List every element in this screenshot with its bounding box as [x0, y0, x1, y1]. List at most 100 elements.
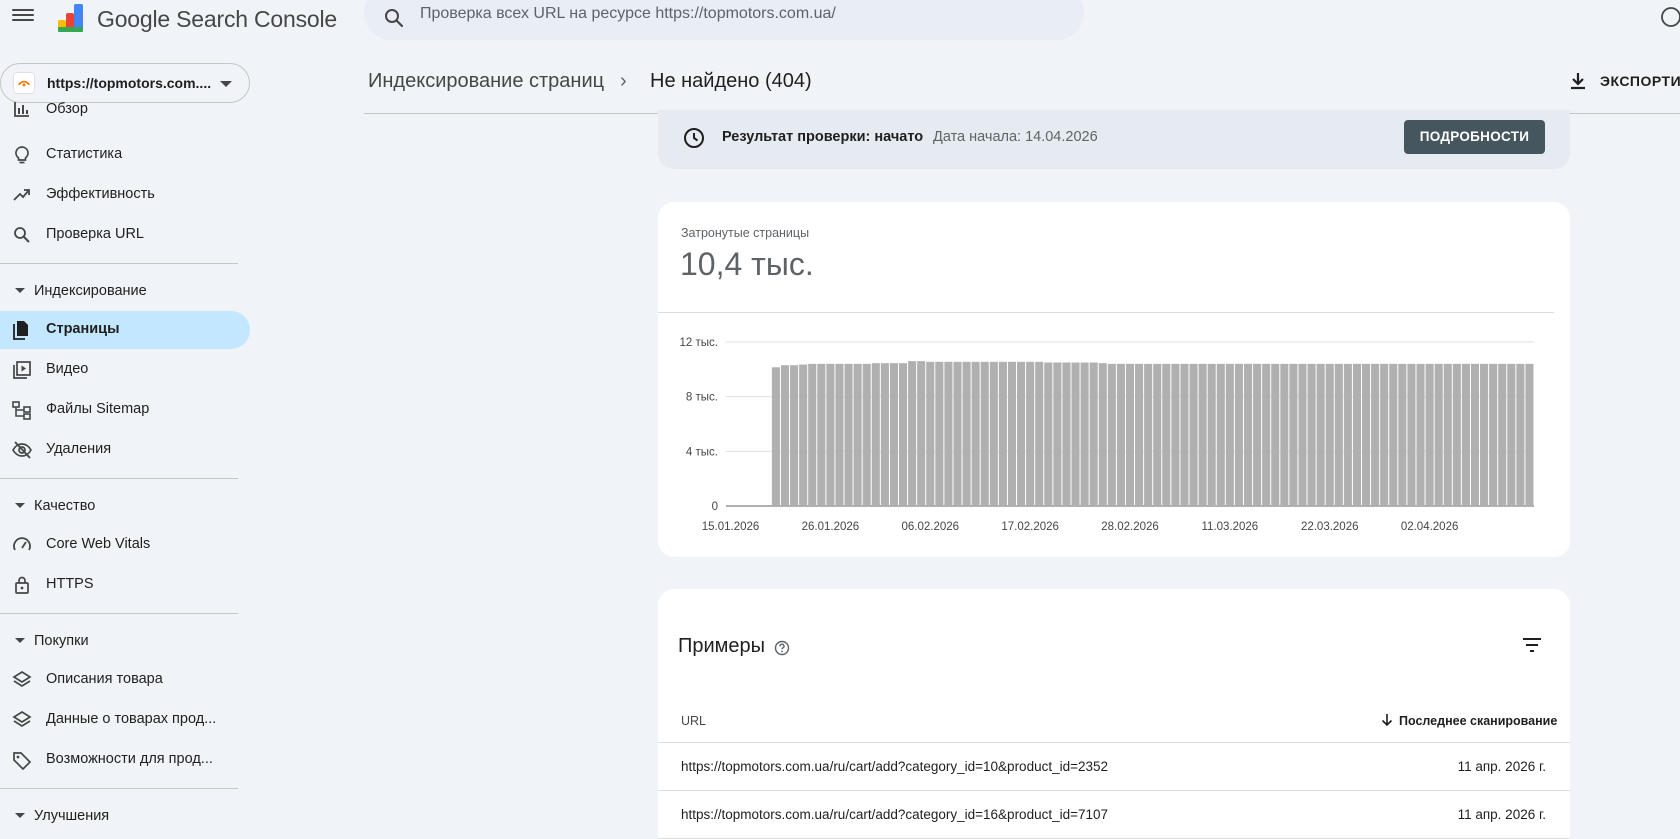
sidebar-item-label: Удаления: [46, 441, 112, 457]
sidebar-item-merchant-listings[interactable]: Данные о товарах прод...: [0, 701, 250, 739]
chart-bar: [1026, 361, 1035, 506]
x-tick-label: 02.04.2026: [1401, 521, 1459, 533]
trending-up-icon: [13, 189, 30, 201]
sidebar-item-https[interactable]: HTTPS: [0, 566, 250, 604]
visibility-off-icon: [12, 441, 32, 459]
chart-bar: [1434, 363, 1443, 506]
file-copy-icon: [13, 321, 28, 340]
help-circle-icon[interactable]: [774, 640, 790, 656]
sidebar-item-url-inspection[interactable]: Проверка URL: [0, 216, 250, 254]
section-label: Покупки: [34, 633, 89, 649]
chart-bar: [1452, 363, 1461, 506]
app-brand-name[interactable]: Google Search Console: [97, 6, 337, 33]
table-row[interactable]: https://topmotors.com.ua/ru/cart/add?cat…: [658, 743, 1570, 791]
chart-bar: [1017, 361, 1026, 506]
examples-card: Примеры URL Последнее сканирование https…: [658, 589, 1570, 839]
sidebar-item-overview[interactable]: Обзор: [0, 97, 250, 127]
search-icon[interactable]: [382, 6, 406, 30]
filter-icon[interactable]: [1520, 633, 1544, 657]
sidebar-item-removals[interactable]: Удаления: [0, 431, 250, 469]
breadcrumb-parent[interactable]: Индексирование страниц: [368, 70, 604, 93]
chart-bar: [1470, 363, 1480, 506]
chart-bar: [1135, 363, 1144, 506]
sidebar-item-label: HTTPS: [46, 576, 94, 592]
y-tick-label: 4 тыс.: [686, 446, 718, 458]
chart-bar: [1416, 363, 1425, 506]
chart-bar: [1352, 363, 1362, 506]
sidebar-item-product-snippets[interactable]: Описания товара: [0, 661, 250, 699]
chart-bar: [1280, 363, 1289, 506]
chart-bar: [1398, 363, 1407, 506]
help-icon[interactable]: [1660, 6, 1680, 28]
speed-gauge-icon: [13, 537, 31, 551]
section-shopping[interactable]: Покупки: [0, 624, 240, 658]
column-header-last-crawl[interactable]: Последнее сканирование: [1380, 711, 1557, 731]
export-button[interactable]: ЭКСПОРТИР: [1567, 66, 1680, 98]
main-menu-button[interactable]: [12, 6, 34, 28]
chart-bar: [1316, 363, 1325, 506]
chart-bar: [808, 363, 817, 506]
summary-caption: Затронутые страницы: [681, 226, 810, 240]
sidebar-item-video[interactable]: Видео: [0, 351, 250, 389]
validation-start-date: Дата начала: 14.04.2026: [933, 129, 1098, 145]
layers-icon: [12, 670, 32, 688]
chart-bar: [862, 363, 871, 506]
chart-bar: [880, 363, 889, 506]
chart-bar: [1525, 363, 1534, 506]
sidebar-divider: [0, 478, 238, 479]
chart-bar: [1207, 363, 1216, 506]
chart-bar: [1089, 362, 1098, 506]
affected-pages-card: Затронутые страницы 10,4 тыс. 0 4 тыс. 8 т…: [658, 202, 1570, 557]
section-enhancements[interactable]: Улучшения: [0, 799, 240, 833]
affected-pages-chart[interactable]: 0 4 тыс. 8 тыс. 12 тыс. 15.01.2026 26.01.2026…: [658, 317, 1554, 547]
chart-bar: [989, 361, 998, 506]
sidebar-item-label: Эффективность: [46, 186, 155, 202]
chart-bar: [799, 364, 808, 506]
sidebar-divider: [0, 613, 238, 614]
card-divider: [658, 312, 1554, 313]
chart-bar: [1343, 363, 1352, 506]
url-inspection-input[interactable]: [420, 0, 1060, 28]
table-row[interactable]: https://topmotors.com.ua/ru/cart/add?cat…: [658, 791, 1570, 839]
validation-status-title: Результат проверки: начато: [722, 129, 924, 145]
y-tick-label: 0: [712, 501, 718, 513]
section-quality[interactable]: Качество: [0, 489, 240, 523]
sidebar-item-pages[interactable]: Страницы: [0, 311, 250, 349]
sidebar-item-label: Файлы Sitemap: [46, 401, 150, 417]
bar-chart-icon: [14, 102, 29, 117]
sidebar-item-statistics[interactable]: Статистика: [0, 136, 250, 174]
x-tick-label: 22.03.2026: [1301, 521, 1359, 533]
sidebar-item-label: Проверка URL: [46, 226, 144, 242]
y-tick-label: 12 тыс.: [680, 337, 718, 349]
chart-bar: [871, 363, 880, 506]
section-label: Качество: [34, 498, 96, 514]
chart-bar: [908, 361, 917, 506]
chart-bar: [1389, 363, 1398, 506]
chart-bar: [1362, 363, 1371, 506]
sidebar-item-performance[interactable]: Эффективность: [0, 176, 250, 214]
section-label: Улучшения: [34, 808, 110, 824]
caret-down-icon: [15, 813, 25, 818]
section-indexing[interactable]: Индексирование: [0, 274, 240, 308]
x-tick-label: 17.02.2026: [1001, 521, 1059, 533]
chart-bar: [1053, 362, 1062, 506]
sidebar-item-label: Обзор: [46, 101, 88, 117]
caret-down-icon: [15, 503, 25, 508]
chart-bar: [1371, 363, 1380, 506]
sidebar-item-sitemaps[interactable]: Файлы Sitemap: [0, 391, 250, 429]
sidebar-item-shopping-opportunities[interactable]: Возможности для прод...: [0, 741, 250, 779]
arrow-down-icon: [1381, 714, 1393, 727]
chart-bar: [1289, 363, 1298, 506]
sidebar-divider: [0, 788, 238, 789]
search-bar[interactable]: [364, 0, 1084, 40]
search-icon: [14, 227, 30, 243]
chart-bar: [1298, 363, 1307, 506]
chart-bar: [935, 361, 944, 506]
sidebar-item-core-web-vitals[interactable]: Core Web Vitals: [0, 526, 250, 564]
chart-bar: [926, 361, 935, 506]
details-button[interactable]: ПОДРОБНОСТИ: [1404, 120, 1545, 154]
chart-bar: [1480, 363, 1489, 506]
clock-icon: [684, 128, 704, 148]
chart-bar: [1035, 361, 1044, 506]
page-header: Индексирование страниц › Не найдено (404…: [364, 66, 1680, 114]
